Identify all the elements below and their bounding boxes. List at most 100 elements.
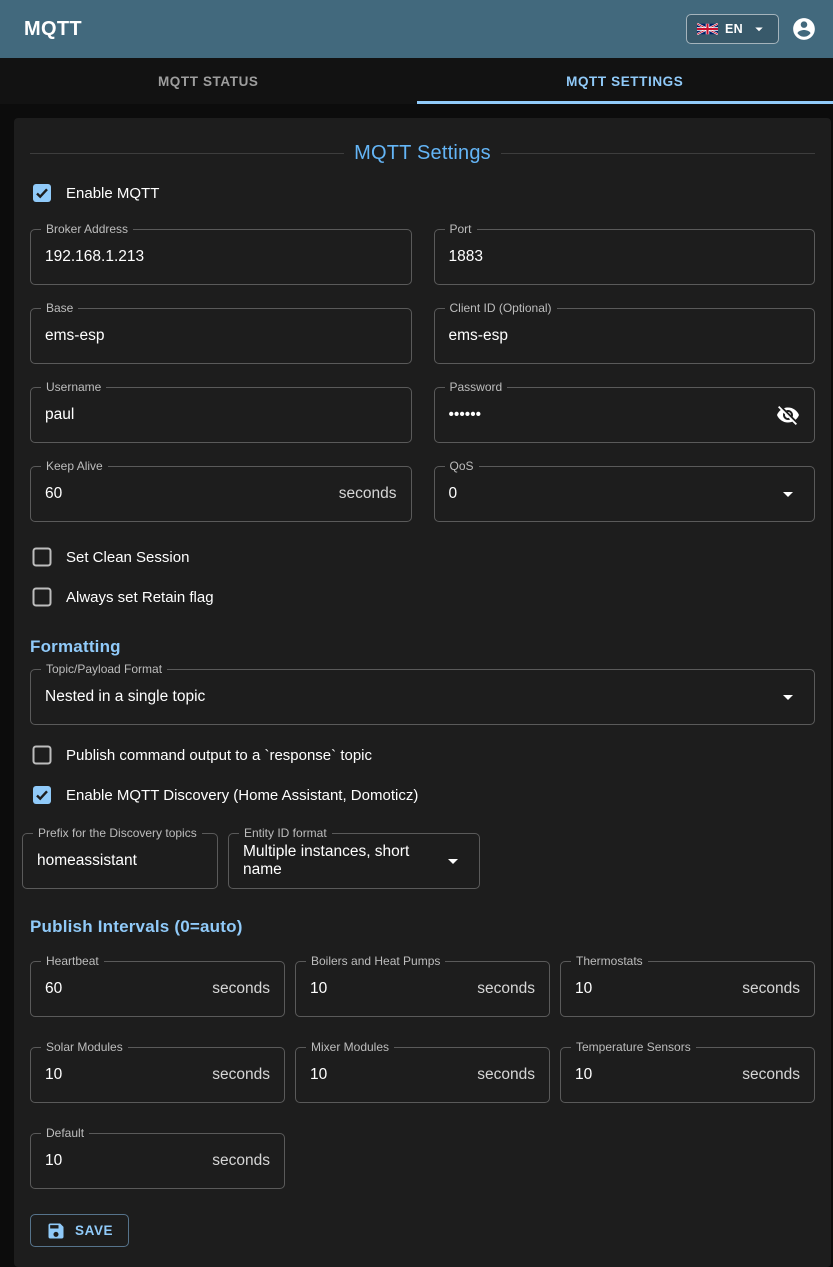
heartbeat-interval-input[interactable]: Heartbeat 60 seconds	[30, 961, 285, 1017]
port-value: 1883	[449, 248, 483, 266]
mixer-interval-input[interactable]: Mixer Modules 10 seconds	[295, 1047, 550, 1103]
page-title: MQTT Settings	[354, 142, 491, 165]
language-select-button[interactable]: EN	[686, 14, 779, 44]
enable-mqtt-checkbox-row[interactable]: Enable MQTT	[30, 181, 815, 205]
field-row-broker-port: Broker Address 192.168.1.213 Port 1883	[30, 229, 815, 285]
temperature-unit: seconds	[742, 1066, 800, 1084]
discovery-prefix-value: homeassistant	[37, 852, 137, 870]
checkbox-unchecked-icon[interactable]	[30, 743, 54, 767]
base-label: Base	[41, 301, 78, 315]
keep-alive-unit: seconds	[339, 485, 397, 503]
tab-mqtt-settings[interactable]: MQTT SETTINGS	[417, 58, 833, 104]
broker-address-value: 192.168.1.213	[45, 248, 144, 266]
topic-format-select[interactable]: Topic/Payload Format Nested in a single …	[30, 669, 815, 725]
password-input[interactable]: Password ••••••	[434, 387, 816, 443]
response-topic-label[interactable]: Publish command output to a `response` t…	[66, 747, 372, 764]
arrow-dropdown-icon	[776, 482, 800, 506]
title-divider-left	[30, 153, 344, 154]
thermostats-value: 10	[575, 980, 592, 998]
thermostats-interval-input[interactable]: Thermostats 10 seconds	[560, 961, 815, 1017]
save-icon	[46, 1221, 66, 1241]
solar-label: Solar Modules	[41, 1040, 128, 1054]
client-id-input[interactable]: Client ID (Optional) ems-esp	[434, 308, 816, 364]
save-button-label: SAVE	[75, 1223, 113, 1238]
port-input[interactable]: Port 1883	[434, 229, 816, 285]
password-value: ••••••	[449, 406, 482, 424]
thermostats-unit: seconds	[742, 980, 800, 998]
uk-flag-icon	[697, 23, 718, 35]
checkbox-checked-icon[interactable]	[30, 783, 54, 807]
thermostats-label: Thermostats	[571, 954, 648, 968]
mixer-value: 10	[310, 1066, 327, 1084]
field-row-credentials: Username paul Password ••••••	[30, 387, 815, 443]
base-input[interactable]: Base ems-esp	[30, 308, 412, 364]
keep-alive-label: Keep Alive	[41, 459, 108, 473]
discovery-checkbox-row[interactable]: Enable MQTT Discovery (Home Assistant, D…	[30, 783, 815, 807]
qos-select[interactable]: QoS 0	[434, 466, 816, 522]
app-bar: MQTT EN	[0, 0, 833, 58]
entity-id-format-select[interactable]: Entity ID format Multiple instances, sho…	[228, 833, 480, 889]
client-id-value: ems-esp	[449, 327, 508, 345]
intervals-row-2: Solar Modules 10 seconds Mixer Modules 1…	[30, 1047, 815, 1103]
discovery-options-row: Prefix for the Discovery topics homeassi…	[22, 833, 815, 889]
boilers-unit: seconds	[477, 980, 535, 998]
intervals-row-1: Heartbeat 60 seconds Boilers and Heat Pu…	[30, 961, 815, 1017]
client-id-label: Client ID (Optional)	[445, 301, 557, 315]
enable-mqtt-label[interactable]: Enable MQTT	[66, 185, 159, 202]
discovery-prefix-input[interactable]: Prefix for the Discovery topics homeassi…	[22, 833, 218, 889]
discovery-label[interactable]: Enable MQTT Discovery (Home Assistant, D…	[66, 787, 418, 804]
default-unit: seconds	[212, 1152, 270, 1170]
tab-bar: MQTT STATUS MQTT SETTINGS	[0, 58, 833, 104]
keep-alive-input[interactable]: Keep Alive 60 seconds	[30, 466, 412, 522]
boilers-value: 10	[310, 980, 327, 998]
temperature-label: Temperature Sensors	[571, 1040, 696, 1054]
heartbeat-unit: seconds	[212, 980, 270, 998]
mixer-unit: seconds	[477, 1066, 535, 1084]
topic-format-label: Topic/Payload Format	[41, 662, 167, 676]
qos-value: 0	[449, 485, 458, 503]
formatting-heading: Formatting	[30, 637, 815, 657]
topic-format-value: Nested in a single topic	[45, 688, 205, 706]
checkbox-checked-icon[interactable]	[30, 181, 54, 205]
retain-flag-checkbox-row[interactable]: Always set Retain flag	[30, 585, 815, 609]
solar-unit: seconds	[212, 1066, 270, 1084]
temperature-interval-input[interactable]: Temperature Sensors 10 seconds	[560, 1047, 815, 1103]
clean-session-label[interactable]: Set Clean Session	[66, 549, 189, 566]
keep-alive-value: 60	[45, 485, 62, 503]
heartbeat-label: Heartbeat	[41, 954, 104, 968]
account-circle-icon	[791, 16, 817, 42]
retain-flag-label[interactable]: Always set Retain flag	[66, 589, 214, 606]
solar-interval-input[interactable]: Solar Modules 10 seconds	[30, 1047, 285, 1103]
clean-session-checkbox-row[interactable]: Set Clean Session	[30, 545, 815, 569]
title-divider-right	[501, 153, 815, 154]
arrow-dropdown-icon	[776, 685, 800, 709]
tab-mqtt-status[interactable]: MQTT STATUS	[0, 58, 417, 104]
username-input[interactable]: Username paul	[30, 387, 412, 443]
language-label: EN	[725, 22, 743, 36]
entity-id-format-value: Multiple instances, short name	[243, 843, 429, 879]
base-value: ems-esp	[45, 327, 104, 345]
field-row-base-clientid: Base ems-esp Client ID (Optional) ems-es…	[30, 308, 815, 364]
password-label: Password	[445, 380, 508, 394]
default-interval-input[interactable]: Default 10 seconds	[30, 1133, 285, 1189]
app-title: MQTT	[24, 18, 82, 41]
entity-id-format-label: Entity ID format	[239, 826, 332, 840]
page-title-row: MQTT Settings	[30, 142, 815, 165]
chevron-down-icon	[750, 20, 768, 38]
heartbeat-value: 60	[45, 980, 62, 998]
boilers-interval-input[interactable]: Boilers and Heat Pumps 10 seconds	[295, 961, 550, 1017]
default-value: 10	[45, 1152, 62, 1170]
checkbox-unchecked-icon[interactable]	[30, 545, 54, 569]
visibility-off-icon[interactable]	[776, 403, 800, 427]
arrow-dropdown-icon	[441, 849, 465, 873]
field-row-keepalive-qos: Keep Alive 60 seconds QoS 0	[30, 466, 815, 522]
temperature-value: 10	[575, 1066, 592, 1084]
publish-intervals-heading: Publish Intervals (0=auto)	[30, 917, 815, 937]
save-button[interactable]: SAVE	[30, 1214, 129, 1247]
response-topic-checkbox-row[interactable]: Publish command output to a `response` t…	[30, 743, 815, 767]
boilers-label: Boilers and Heat Pumps	[306, 954, 445, 968]
account-button[interactable]	[787, 12, 821, 46]
broker-address-input[interactable]: Broker Address 192.168.1.213	[30, 229, 412, 285]
checkbox-unchecked-icon[interactable]	[30, 585, 54, 609]
username-value: paul	[45, 406, 74, 424]
